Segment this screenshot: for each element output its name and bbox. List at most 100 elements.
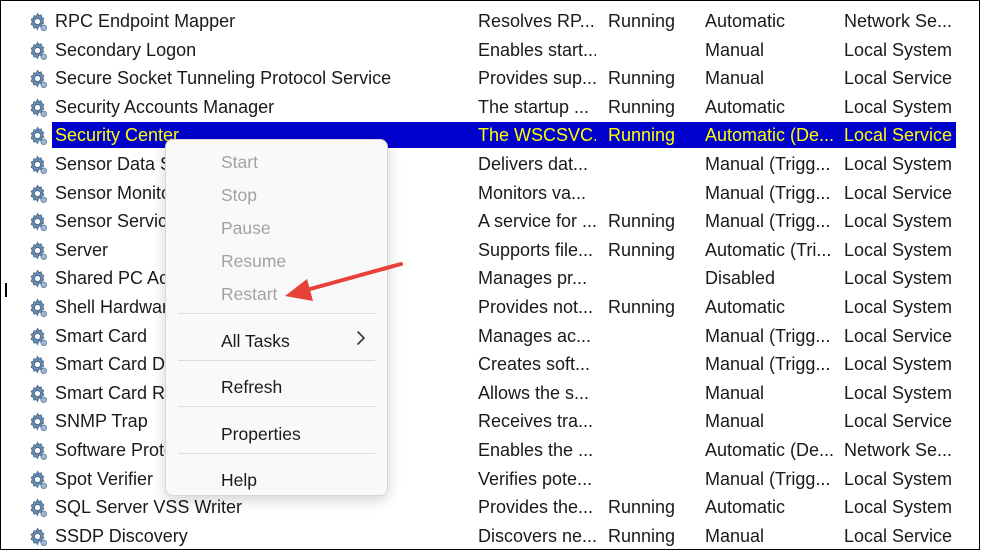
service-row[interactable]: Spot Verifier Verifies pote... Manual (Tri…: [1, 465, 979, 494]
service-description: Provides not...: [478, 296, 594, 317]
service-startup-type: Automatic: [705, 96, 786, 117]
service-startup-type: Manual (Trigg...: [705, 325, 831, 346]
service-startup-type: Manual (Trigg...: [705, 153, 831, 174]
service-row[interactable]: Security Accounts Manager The startup ...…: [1, 93, 979, 122]
service-status: Running: [608, 125, 676, 146]
menu-separator: [178, 406, 375, 407]
service-row[interactable]: Shell Hardware Provides not... Running Auto…: [1, 293, 979, 322]
service-logon-as: Local Service: [844, 411, 953, 432]
gear-icon: [30, 527, 47, 546]
gear-icon: [30, 498, 47, 517]
service-startup-type: Manual: [705, 39, 765, 60]
service-row[interactable]: Secondary Logon Enables start... Manual Loc…: [1, 36, 979, 65]
menu-item-properties[interactable]: Properties: [221, 424, 301, 445]
gear-icon: [30, 41, 47, 60]
service-description: Supports file...: [478, 239, 594, 260]
service-name: Secondary Logon: [55, 39, 197, 60]
service-row[interactable]: Sensor Data Se Delivers dat... Manual (Tri…: [1, 150, 979, 179]
service-name: SQL Server VSS Writer: [55, 497, 243, 518]
service-row[interactable]: Sensor Monito Monitors va... Manual (Trigg…: [1, 179, 979, 208]
service-row[interactable]: Smart Card Re Allows the s... Manual Local …: [1, 379, 979, 408]
service-description: Enables the ...: [478, 439, 594, 460]
service-logon-as: Local Service: [844, 325, 953, 346]
gear-icon: [30, 98, 47, 117]
service-row[interactable]: Sensor Service A service for ... Running Ma…: [1, 207, 979, 236]
service-startup-type: Automatic: [705, 11, 786, 31]
gear-icon: [30, 412, 47, 432]
service-description: The startup ...: [478, 96, 590, 117]
service-startup-type: Manual (Trigg...: [705, 354, 831, 375]
service-row[interactable]: SSDP Discovery Discovers ne... Running Manu…: [1, 522, 979, 549]
service-description: Creates soft...: [478, 354, 591, 375]
service-name: RPC Endpoint Mapper: [55, 11, 236, 31]
service-startup-type: Automatic: [705, 296, 786, 317]
service-logon-as: Local Service: [844, 182, 953, 203]
service-logon-as: Local System: [844, 153, 953, 174]
service-row[interactable]: Shared PC Acc Manages pr... Disabled Local …: [1, 264, 979, 293]
service-row[interactable]: Software Prote Enables the ... Automatic (…: [1, 436, 979, 465]
service-name: SSDP Discovery: [55, 525, 188, 546]
service-row[interactable]: Smart Card Manages ac... Manual (Trigg... L…: [1, 322, 979, 351]
gear-icon: [30, 212, 47, 232]
gear-icon: [30, 470, 47, 489]
service-description: Resolves RP...: [478, 11, 595, 31]
service-description: Enables start...: [478, 39, 596, 60]
service-startup-type: Disabled: [705, 268, 776, 289]
service-startup-type: Automatic (Tri...: [705, 239, 832, 260]
gear-icon: [30, 241, 47, 260]
service-name: Security Accounts Manager: [55, 96, 275, 117]
gear-icon: [30, 441, 47, 460]
service-row[interactable]: Server Supports file... Running Automatic (…: [1, 236, 979, 265]
menu-item-refresh[interactable]: Refresh: [221, 377, 282, 398]
service-description: The WSCSVC...: [478, 125, 596, 146]
service-description: Provides the...: [478, 497, 594, 518]
menu-item-restart[interactable]: Restart: [221, 284, 277, 305]
gear-icon: [30, 155, 47, 174]
service-logon-as: Local Service: [844, 125, 953, 146]
service-startup-type: Manual: [705, 382, 765, 403]
service-logon-as: Local System: [844, 382, 953, 403]
menu-item-start[interactable]: Start: [221, 152, 258, 173]
service-description: Delivers dat...: [478, 153, 589, 174]
service-startup-type: Manual (Trigg...: [705, 211, 831, 232]
service-startup-type: Automatic: [705, 497, 786, 518]
service-description: A service for ...: [478, 211, 596, 232]
service-description: Verifies pote...: [478, 468, 593, 489]
service-logon-as: Local System: [844, 39, 953, 60]
service-startup-type: Manual: [705, 411, 765, 432]
services-window: RPC Endpoint Mapper Resolves RP... Running…: [0, 0, 980, 550]
service-logon-as: Local System: [844, 96, 953, 117]
service-description: Receives tra...: [478, 411, 594, 432]
service-row[interactable]: Smart Card De Creates soft... Manual (Trig…: [1, 350, 979, 379]
service-startup-type: Manual (Trigg...: [705, 182, 831, 203]
service-status: Running: [608, 11, 676, 31]
service-logon-as: Local Service: [844, 525, 953, 546]
services-list: RPC Endpoint Mapper Resolves RP... Running…: [1, 7, 979, 549]
service-description: Provides sup...: [478, 68, 596, 89]
service-startup-type: Manual: [705, 525, 765, 546]
menu-item-pause[interactable]: Pause: [221, 218, 271, 239]
service-logon-as: Local System: [844, 296, 953, 317]
menu-item-all-tasks[interactable]: All Tasks: [221, 331, 290, 352]
service-row[interactable]: Security Center The WSCSVC... Running Autom…: [1, 121, 979, 150]
gear-icon: [30, 12, 47, 31]
menu-item-stop[interactable]: Stop: [221, 185, 257, 206]
menu-item-help[interactable]: Help: [221, 470, 257, 491]
service-status: Running: [608, 211, 676, 232]
service-logon-as: Local System: [844, 468, 953, 489]
menu-item-resume[interactable]: Resume: [221, 251, 286, 272]
service-startup-type: Manual: [705, 68, 765, 89]
gear-icon: [30, 355, 47, 375]
service-row[interactable]: SNMP Trap Receives tra... Manual Local Serv…: [1, 407, 979, 436]
service-status: Running: [608, 497, 676, 518]
service-logon-as: Network Se...: [844, 439, 953, 460]
service-logon-as: Local System: [844, 268, 953, 289]
menu-separator: [178, 453, 375, 454]
service-row[interactable]: RPC Endpoint Mapper Resolves RP... Running…: [1, 7, 979, 36]
service-name: Secure Socket Tunneling Protocol Service: [55, 68, 392, 89]
service-logon-as: Local System: [844, 497, 953, 518]
service-row[interactable]: Secure Socket Tunneling Protocol Service…: [1, 64, 979, 93]
service-startup-type: Manual (Trigg...: [705, 468, 831, 489]
service-status: Running: [608, 68, 676, 89]
service-row[interactable]: SQL Server VSS Writer Provides the... Runn…: [1, 493, 979, 522]
